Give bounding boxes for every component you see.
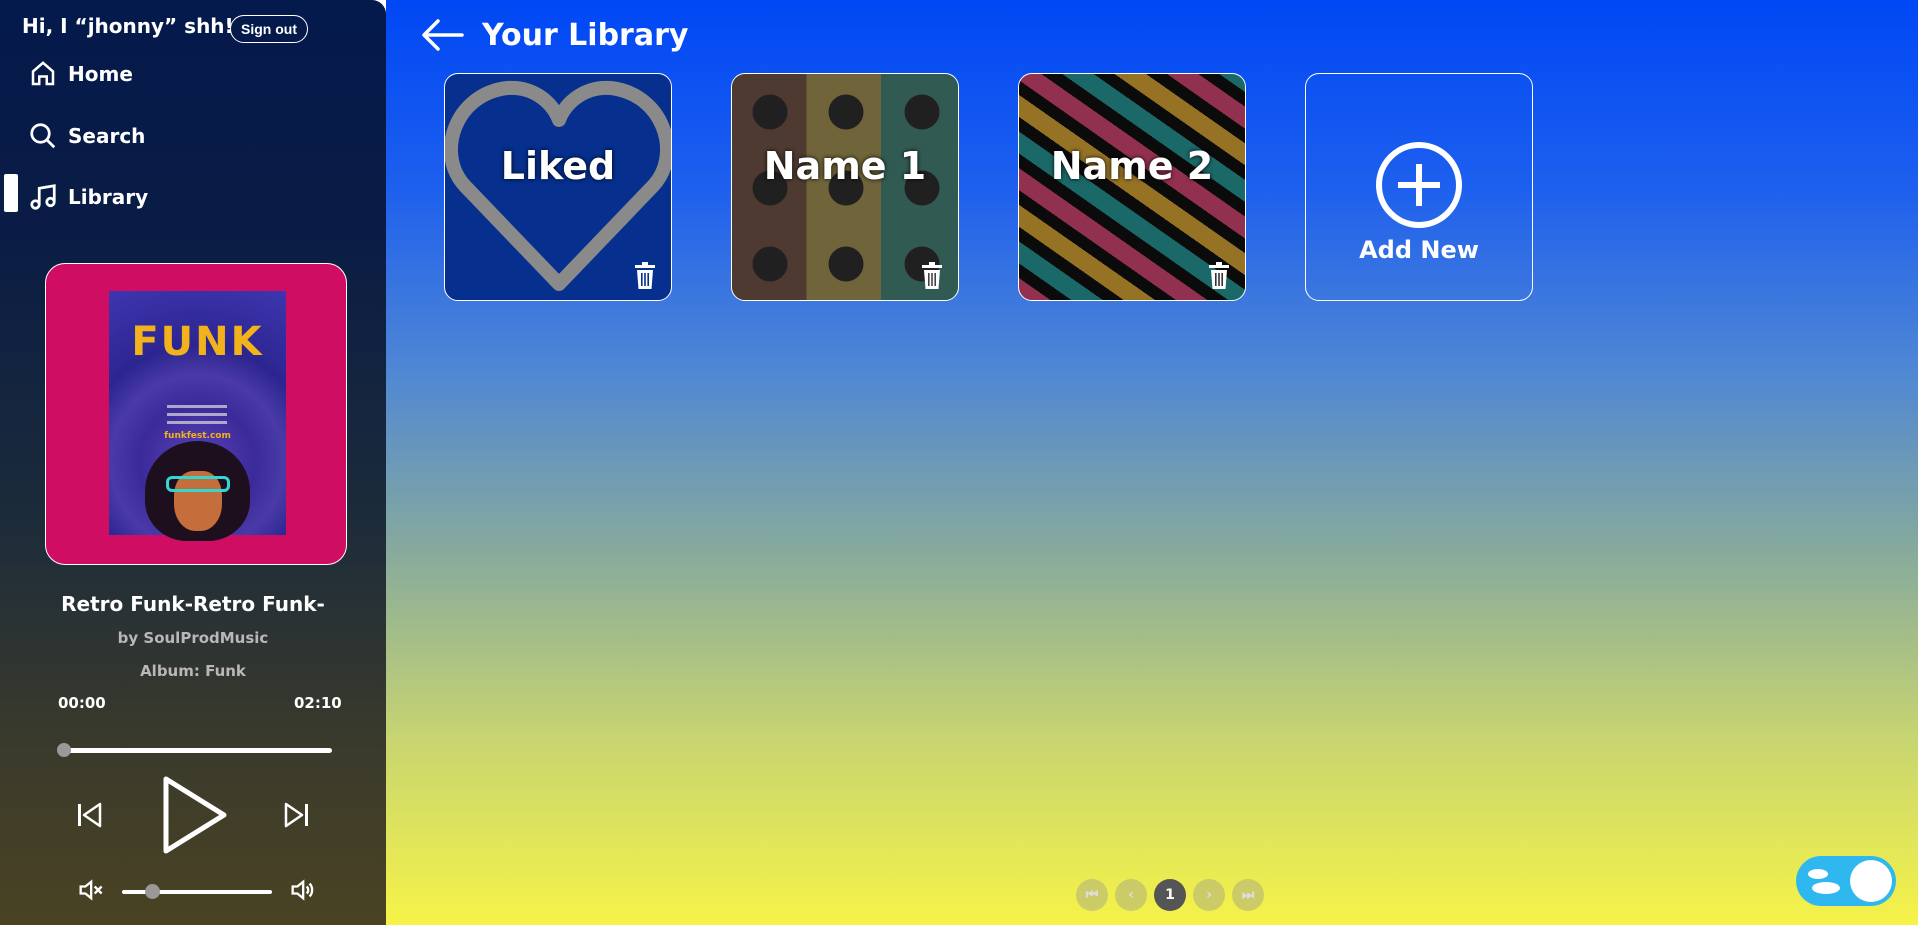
pagination-prev-icon[interactable]: ‹ — [1115, 879, 1147, 911]
poster-line — [167, 405, 227, 408]
sidebar: Hi, I “jhonny” shh! Sign out Home Search… — [0, 0, 386, 925]
main-content: Your Library Liked Name 1 Name 2 Add New… — [386, 0, 1918, 925]
card-label: Liked — [500, 144, 616, 188]
theme-toggle[interactable] — [1796, 856, 1896, 906]
playlist-card-name-1[interactable]: Name 1 — [731, 73, 959, 301]
playlist-card-name-2[interactable]: Name 2 — [1018, 73, 1246, 301]
poster-line — [167, 421, 227, 424]
play-icon[interactable] — [160, 773, 230, 857]
track-album: Album: Funk — [140, 662, 246, 680]
sidebar-item-label: Search — [68, 124, 146, 148]
cloud-icon — [1808, 869, 1840, 894]
card-label: Name 2 — [1050, 144, 1214, 188]
progress-slider[interactable] — [57, 743, 332, 757]
track-artist: by SoulProdMusic — [117, 629, 269, 647]
skip-forward-icon[interactable] — [284, 800, 310, 830]
album-art: FUNK funkfest.com — [45, 263, 347, 565]
page-title: Your Library — [482, 18, 689, 53]
poster-glasses — [166, 476, 230, 492]
trash-icon[interactable] — [633, 262, 657, 290]
sidebar-item-home[interactable]: Home — [28, 54, 133, 94]
mute-icon[interactable] — [76, 876, 104, 904]
card-label: Name 1 — [763, 144, 927, 188]
search-icon — [30, 123, 56, 149]
poster-url: funkfest.com — [164, 431, 231, 441]
sidebar-item-label: Library — [68, 185, 149, 209]
current-time: 00:00 — [58, 694, 106, 712]
poster-title: FUNK — [131, 319, 264, 365]
progress-thumb[interactable] — [57, 743, 71, 757]
volume-slider[interactable] — [122, 884, 272, 899]
skip-back-icon[interactable] — [76, 800, 102, 830]
pagination-page-current[interactable]: 1 — [1154, 879, 1186, 911]
greeting: Hi, I “jhonny” shh! — [22, 14, 234, 38]
duration: 02:10 — [294, 694, 342, 712]
music-note-icon — [30, 184, 56, 210]
plus-circle-icon — [1376, 142, 1462, 228]
trash-icon[interactable] — [1207, 262, 1231, 290]
sidebar-item-library[interactable]: Library — [28, 177, 148, 217]
add-new-label: Add New — [1359, 236, 1479, 264]
sign-out-button[interactable]: Sign out — [230, 15, 308, 43]
pagination-first-icon[interactable]: ⏮ — [1076, 879, 1108, 911]
add-new-playlist-card[interactable]: Add New — [1305, 73, 1533, 301]
home-icon — [31, 61, 55, 86]
pagination-next-icon[interactable]: › — [1193, 879, 1225, 911]
pagination-last-icon[interactable]: ⏭ — [1232, 879, 1264, 911]
trash-icon[interactable] — [920, 262, 944, 290]
poster-line — [167, 413, 227, 416]
back-arrow-icon[interactable] — [420, 18, 464, 52]
active-indicator — [4, 174, 18, 212]
volume-thumb[interactable] — [145, 884, 160, 899]
track-title: Retro Funk-Retro Funk- — [61, 592, 325, 616]
sidebar-item-label: Home — [68, 62, 133, 86]
sidebar-item-search[interactable]: Search — [28, 116, 145, 156]
volume-icon[interactable] — [288, 876, 316, 904]
album-poster-image: FUNK funkfest.com — [109, 291, 286, 541]
toggle-knob — [1850, 860, 1892, 902]
playlist-card-liked[interactable]: Liked — [444, 73, 672, 301]
